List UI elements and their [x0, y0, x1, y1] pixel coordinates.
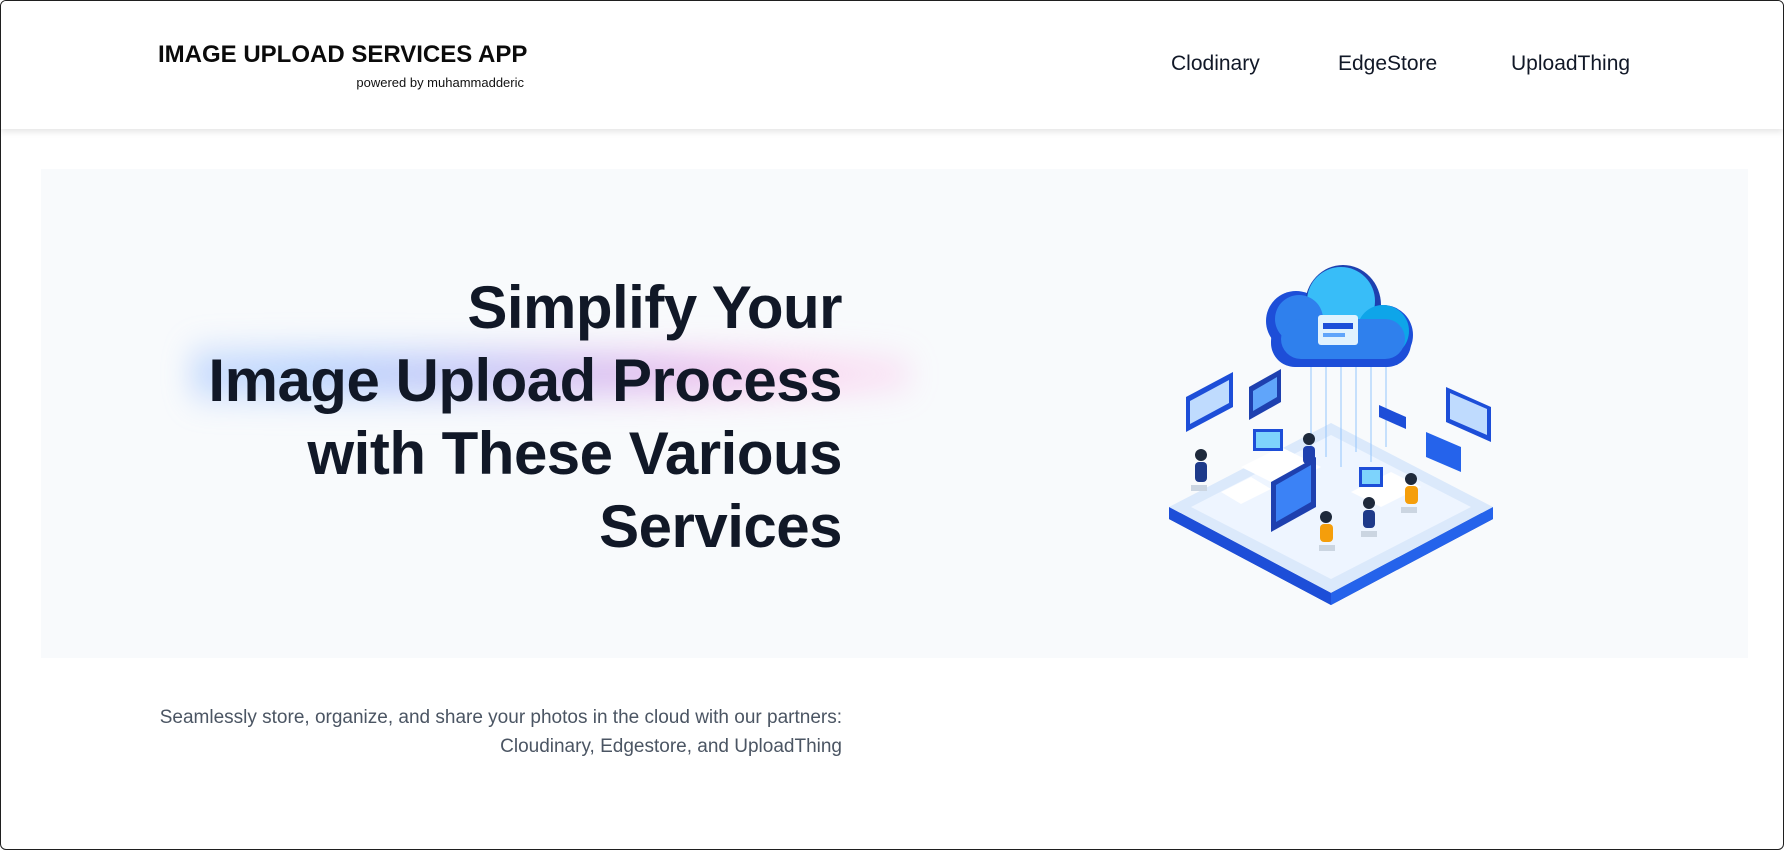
brand-subtitle: powered by muhammadderic	[356, 75, 524, 90]
cloud-office-illustration	[1121, 257, 1541, 637]
headline-line: Services	[599, 493, 842, 560]
description-line: Seamlessly store, organize, and share yo…	[159, 707, 842, 728]
hero-headline: Simplify Your Image Upload Process with …	[82, 271, 842, 563]
hero-description: Seamlessly store, organize, and share yo…	[1, 703, 842, 761]
nav-link-uploadthing[interactable]: UploadThing	[1511, 52, 1630, 76]
nav-link-edgestore[interactable]: EdgeStore	[1338, 52, 1437, 76]
brand[interactable]: IMAGE UPLOAD SERVICES APP powered by muh…	[158, 41, 528, 90]
headline-line: with These Various	[307, 420, 843, 487]
headline-line: Simplify Your	[467, 274, 842, 341]
brand-title: IMAGE UPLOAD SERVICES APP	[158, 41, 528, 68]
nav-link-cloudinary[interactable]: Clodinary	[1171, 52, 1260, 76]
hero-section: Simplify Your Image Upload Process with …	[41, 169, 1748, 757]
navbar: IMAGE UPLOAD SERVICES APP powered by muh…	[1, 1, 1783, 129]
hero-text: Simplify Your Image Upload Process with …	[82, 271, 843, 757]
description-line: Cloudinary, Edgestore, and UploadThing	[500, 736, 842, 757]
headline-line: Image Upload Process	[208, 347, 842, 414]
browser-viewport: IMAGE UPLOAD SERVICES APP powered by muh…	[0, 0, 1784, 850]
